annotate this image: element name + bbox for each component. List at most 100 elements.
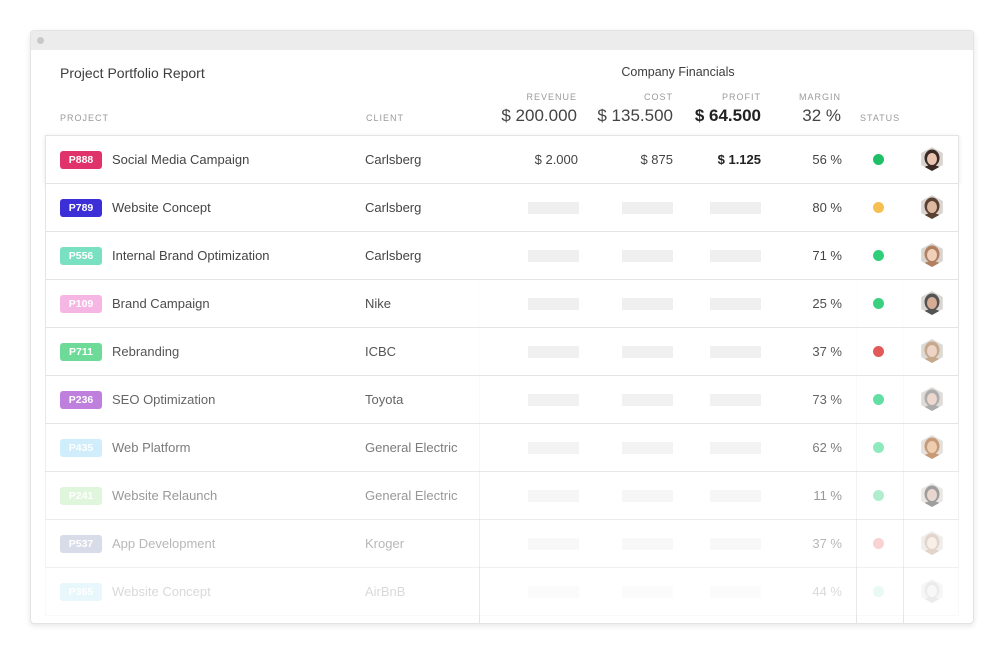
table-row[interactable]: P711 Rebranding ICBC 37 % xyxy=(45,327,959,376)
cost-placeholder xyxy=(622,298,673,310)
status-indicator-icon xyxy=(873,250,884,261)
status-indicator-icon xyxy=(873,586,884,597)
financials-title: Company Financials xyxy=(621,65,735,79)
revenue-placeholder xyxy=(528,346,579,358)
woman-dark-hair-avatar-icon[interactable] xyxy=(921,147,943,171)
table-row[interactable]: P365 Website Concept AirBnB 44 % xyxy=(45,567,959,616)
column-header-cost[interactable]: COST xyxy=(644,92,673,102)
client-name: ICBC xyxy=(365,344,397,359)
cost-placeholder xyxy=(622,346,673,358)
client-name: Carlsberg xyxy=(365,248,422,263)
margin-value: 11 % xyxy=(813,488,842,503)
cost-placeholder xyxy=(622,442,673,454)
table-row[interactable]: P236 SEO Optimization Toyota 73 % xyxy=(45,375,959,424)
profit-placeholder xyxy=(710,538,761,550)
person-avatar-icon[interactable] xyxy=(921,579,943,603)
status-indicator-icon xyxy=(873,154,884,165)
project-code-badge: P236 xyxy=(60,391,102,409)
status-indicator-icon xyxy=(873,298,884,309)
window-dot-icon[interactable] xyxy=(37,37,44,44)
project-code-badge: P537 xyxy=(60,535,102,553)
project-code-badge: P556 xyxy=(60,247,102,265)
column-header-margin[interactable]: MARGIN xyxy=(799,92,841,102)
project-code-badge: P789 xyxy=(60,199,102,217)
man-grey-hair-avatar-icon[interactable] xyxy=(921,387,943,411)
table-row[interactable]: P789 Website Concept Carlsberg 80 % xyxy=(45,183,959,232)
margin-value: 25 % xyxy=(812,296,842,311)
table-row[interactable]: P888 Social Media Campaign Carlsberg $ 2.00… xyxy=(45,135,959,184)
project-name[interactable]: Internal Brand Optimization xyxy=(112,247,270,265)
profit-placeholder xyxy=(710,202,761,214)
margin-value: 37 % xyxy=(812,536,842,551)
profit-placeholder xyxy=(710,586,761,598)
project-name[interactable]: Social Media Campaign xyxy=(112,151,249,169)
margin-value: 44 % xyxy=(812,584,842,599)
column-header-status[interactable]: STATUS xyxy=(860,113,900,123)
status-indicator-icon xyxy=(873,538,884,549)
profit-placeholder xyxy=(710,346,761,358)
table-row[interactable]: P241 Website Relaunch General Electric 11 % xyxy=(45,471,959,520)
project-name[interactable]: Web Platform xyxy=(112,439,191,457)
project-name[interactable]: SEO Optimization xyxy=(112,391,215,409)
profit-placeholder xyxy=(710,250,761,262)
revenue-placeholder xyxy=(528,586,579,598)
project-code-badge: P435 xyxy=(60,439,102,457)
table-row[interactable]: P435 Web Platform General Electric 62 % xyxy=(45,423,959,472)
margin-value: 71 % xyxy=(812,248,842,263)
status-indicator-icon xyxy=(873,346,884,357)
man-beard-avatar-icon[interactable] xyxy=(921,435,943,459)
project-code-badge: P109 xyxy=(60,295,102,313)
window-titlebar xyxy=(31,31,973,50)
profit-value: $ 1.125 xyxy=(717,152,761,167)
project-name[interactable]: Website Concept xyxy=(112,199,211,217)
column-header-profit[interactable]: PROFIT xyxy=(722,92,761,102)
report-window: Project Portfolio Report Company Financi… xyxy=(30,30,974,624)
page-title: Project Portfolio Report xyxy=(60,65,205,81)
project-name[interactable]: Rebranding xyxy=(112,343,179,361)
margin-value: 62 % xyxy=(812,440,842,455)
client-name: Nike xyxy=(365,296,392,311)
man-short-hair-avatar-icon[interactable] xyxy=(921,291,943,315)
cost-placeholder xyxy=(622,394,673,406)
project-name[interactable]: Website Relaunch xyxy=(112,487,217,505)
total-profit: $ 64.500 xyxy=(694,106,761,125)
woman-light-hair-avatar-icon[interactable] xyxy=(921,339,943,363)
profit-placeholder xyxy=(710,442,761,454)
woman-brown-hair-avatar-icon[interactable] xyxy=(921,195,943,219)
margin-value: 73 % xyxy=(812,392,842,407)
margin-value: 37 % xyxy=(812,344,842,359)
revenue-placeholder xyxy=(528,298,579,310)
table-row[interactable]: P109 Brand Campaign Nike 25 % xyxy=(45,279,959,328)
cost-placeholder xyxy=(622,250,673,262)
status-indicator-icon xyxy=(873,202,884,213)
column-header-client[interactable]: CLIENT xyxy=(366,113,404,123)
revenue-placeholder xyxy=(528,394,579,406)
table-row[interactable]: P556 Internal Brand Optimization Carlsberg… xyxy=(45,231,959,280)
man-dark-hair-avatar-icon[interactable] xyxy=(921,483,943,507)
column-header-revenue[interactable]: REVENUE xyxy=(526,92,577,102)
cost-placeholder xyxy=(622,586,673,598)
column-header-project[interactable]: PROJECT xyxy=(60,113,109,123)
status-indicator-icon xyxy=(873,442,884,453)
project-name[interactable]: Brand Campaign xyxy=(112,295,210,313)
client-name: General Electric xyxy=(365,488,458,503)
revenue-placeholder xyxy=(528,490,579,502)
cost-placeholder xyxy=(622,202,673,214)
total-revenue: $ 200.000 xyxy=(501,106,577,125)
project-code-badge: P711 xyxy=(60,343,102,361)
project-code-badge: P888 xyxy=(60,151,102,169)
client-name: General Electric xyxy=(365,440,458,455)
total-cost: $ 135.500 xyxy=(597,106,673,125)
revenue-placeholder xyxy=(528,442,579,454)
project-name[interactable]: App Development xyxy=(112,535,215,553)
woman-blonde-avatar-icon[interactable] xyxy=(921,243,943,267)
profit-placeholder xyxy=(710,490,761,502)
status-indicator-icon xyxy=(873,394,884,405)
margin-value: 56 % xyxy=(812,152,842,167)
project-name[interactable]: Website Concept xyxy=(112,583,211,601)
client-name: Toyota xyxy=(365,392,404,407)
woman-avatar-icon[interactable] xyxy=(921,531,943,555)
table-row[interactable]: P537 App Development Kroger 37 % xyxy=(45,519,959,568)
project-code-badge: P241 xyxy=(60,487,102,505)
revenue-placeholder xyxy=(528,250,579,262)
